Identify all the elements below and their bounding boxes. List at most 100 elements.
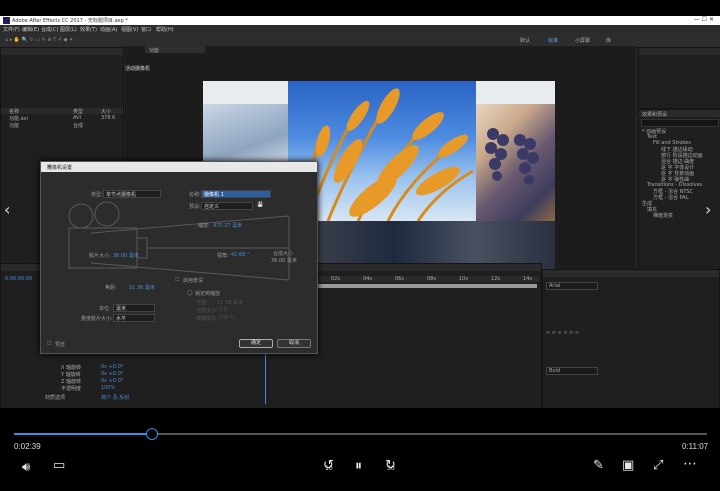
type-select[interactable]: 单节点摄像机 [103,190,161,198]
ok-button[interactable]: 确定 [239,339,273,348]
window-controls-icon[interactable]: — ☐ ✕ [694,16,714,23]
column-name[interactable]: 名称 [9,108,19,115]
lock-zoom-label: 锁定到缩放 [195,291,221,297]
angle-label: 视角: [217,253,229,259]
menu-view[interactable]: 视图(V) [121,26,138,33]
workspace-tab-standard[interactable]: 标准 [548,37,558,44]
edit-pencil-icon[interactable]: ✎ [593,458,604,473]
units-select-value: 毫米 [116,306,127,312]
time-mark: 04s [363,276,372,282]
prop-value[interactable]: 0x +0.0° [101,378,123,384]
film-size-value[interactable]: 36.00 毫米 [113,252,139,259]
timecode-display[interactable]: 0:00:00:00 [5,276,32,282]
comp-tab[interactable]: 功能 [145,46,205,54]
name-input-value: 摄像机 1 [204,192,224,198]
active-camera-label: 活动摄像机 [125,66,151,72]
prop-label: Y 轴旋转 [61,372,81,378]
skip-forward-label: 30 [387,465,395,472]
menu-effect[interactable]: 效果(T) [80,26,97,33]
work-area-bar[interactable] [317,284,537,288]
name-input[interactable]: 摄像机 1 [201,190,271,198]
prop-label: X 轴旋转 [61,365,82,371]
preview-label: 预览 [55,342,66,348]
close-icon[interactable]: ✕ [47,164,51,170]
preview-checkbox[interactable]: ☐ [47,341,51,347]
cancel-button[interactable]: 取消 [277,339,311,348]
grapes-shape [485,128,539,185]
time-mark: 02s [331,276,340,282]
seek-bar-progress [14,433,151,435]
prop-value[interactable]: 0x +0.0° [101,371,123,377]
seek-handle[interactable] [145,428,158,440]
workspace-tab-default[interactable]: 默认 [520,37,530,44]
menu-layer[interactable]: 图层(L) [60,26,77,33]
blur-value: 100 % [219,315,235,321]
name-label: 名称: [189,192,201,198]
workspace-tab-small[interactable]: 小屏幕 [575,37,590,44]
pause-icon[interactable]: ⏸︎ [355,458,362,474]
prop-label: Z 轴旋转 [61,379,82,385]
effects-panel-title: 效果和预设 [642,112,668,118]
effects-presets-panel: 效果和预设 * 动画预设 Text Fill and Strokes 线下 描边… [638,109,720,271]
font-style-select[interactable]: Bold [546,367,598,375]
camera-settings-dialog: 摄像机设置 ✕ 类型: 单节点摄像机 名称: 摄像机 1 预设: 自定义 💾 缩… [40,161,318,354]
project-item-type: AVI [73,115,81,121]
captions-icon[interactable]: ▭ [53,458,65,473]
effects-item[interactable]: 梯度渐变 [653,212,673,219]
paragraph-tools-icon[interactable]: ≡ ≡ ≡ ≡ ≡ ≡ [546,330,579,336]
font-family-select[interactable]: Arial [546,282,598,290]
prop-value[interactable]: 简介 及 反射 [101,394,129,401]
workspace-tab-library[interactable]: 库 [606,37,611,44]
fstop-value: 2.9 [219,307,227,313]
time-mark: 10s [459,276,468,282]
project-panel-header [1,48,123,55]
lock-zoom-radio[interactable]: ◯ [187,290,193,296]
type-label: 类型: [91,192,103,198]
effects-item[interactable]: 方框 - 溶合 PAL [653,194,688,201]
more-options-icon[interactable]: ⋯ [683,456,697,472]
measure-select[interactable]: 水平 [113,314,155,322]
menu-help[interactable]: 帮助(H) [156,26,174,33]
menu-animation[interactable]: 动画(A) [100,26,117,33]
column-size[interactable]: 大小 [101,108,111,115]
dof-checkbox[interactable]: ☐ [175,277,179,283]
skip-back-label: 10 [325,465,333,472]
menu-edit[interactable]: 编辑(E) [22,26,39,33]
units-select[interactable]: 毫米 [113,304,155,312]
grapes-image [475,104,555,222]
next-arrow-icon[interactable]: › [705,200,711,219]
ae-logo-icon [3,17,10,24]
menu-window[interactable]: 窗口 [141,26,151,33]
prop-value[interactable]: 0x +0.0° [101,364,123,370]
previous-arrow-icon[interactable]: ‹ [4,200,10,219]
volume-icon[interactable]: 🔊︎ [22,460,30,475]
angle-value[interactable]: 42.68 ° [231,252,249,258]
blur-label: 模糊层次: [196,316,218,322]
prop-label: 材质选项 [45,395,66,401]
title-bar: Adobe After Effects CC 2017 - 无标题项目.aep … [0,16,720,25]
fullscreen-icon[interactable]: ⤢ [653,458,663,473]
effects-search-input[interactable] [641,119,719,127]
zoom-value[interactable]: 470.27 毫米 [213,222,242,229]
time-ruler[interactable]: 02s 04s 06s 08s 10s 12s 14s [317,276,539,282]
current-time: 0:02:39 [14,442,41,451]
focal-length-value[interactable]: 51.36 毫米 [129,284,155,291]
units-label: 单位: [99,306,111,312]
dof-label: 启用景深 [183,278,204,284]
aperture-label: 光圈: [196,300,208,306]
prop-value[interactable]: 100% [101,385,115,391]
project-item[interactable]: 功能.avi [9,115,28,122]
time-mark: 08s [427,276,436,282]
measure-select-value: 水平 [116,316,127,322]
project-item[interactable]: 功能 [9,122,19,129]
column-type[interactable]: 类型 [73,108,83,115]
effects-panel-header: 效果和预设 [639,110,720,118]
menu-composition[interactable]: 合成(C) [41,26,58,33]
mini-view-icon[interactable]: ▣ [622,458,634,473]
menu-file[interactable]: 文件(F) [3,26,20,33]
comp-size-label: 合成大小 [273,251,294,257]
tools-icon[interactable]: ⌂ ▸ ✋ 🔍 ↻ ▭ ✎ ⊕ T ✐ ◆ ✦ [5,37,73,43]
focal-length-label: 焦距: [105,285,117,291]
type-select-value: 单节点摄像机 [106,192,137,198]
character-panel: Arial Bold ≡ ≡ ≡ ≡ ≡ ≡ [542,269,720,408]
